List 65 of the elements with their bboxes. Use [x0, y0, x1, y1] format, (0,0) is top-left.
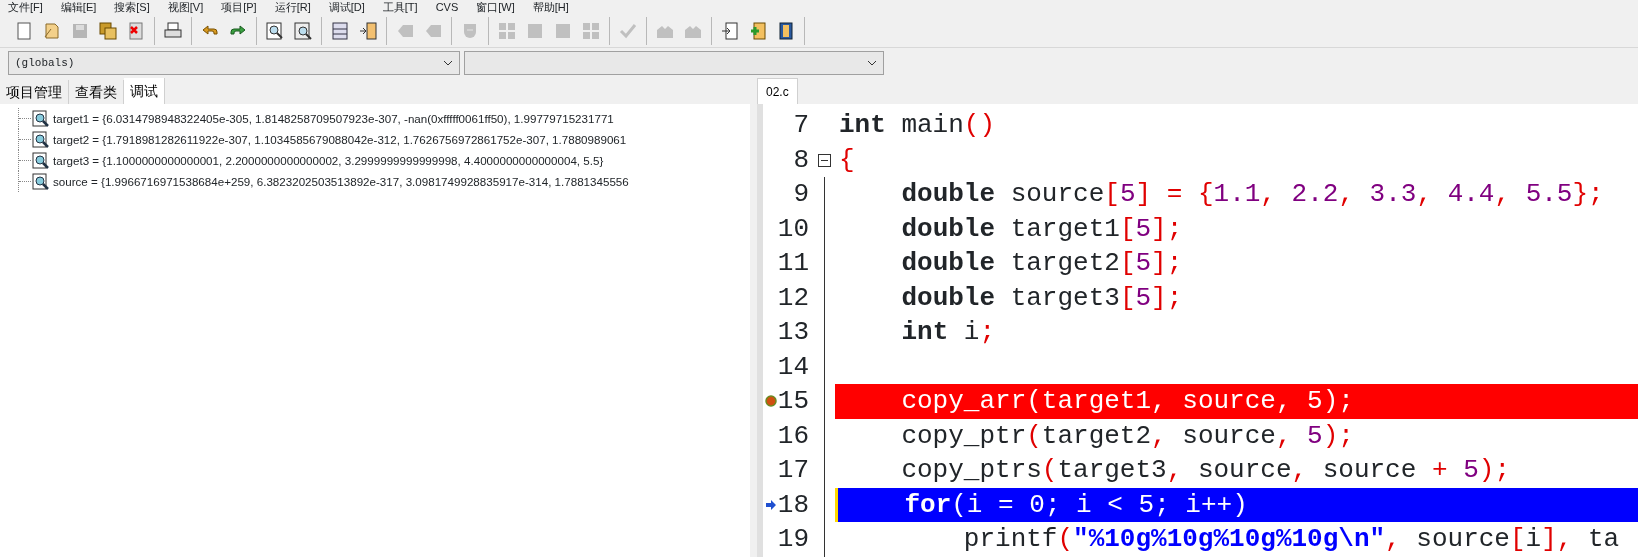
line-number: 16 — [777, 420, 809, 451]
split-panel-icon — [358, 20, 378, 41]
search-page-icon — [293, 20, 313, 41]
file-tab[interactable]: 02.c — [757, 78, 798, 104]
menu-item[interactable]: 文件[F] — [8, 0, 43, 14]
code-line: copy_ptrs(target3, source, source + 5); — [900, 455, 1510, 485]
scope-dropdown[interactable]: (globals) — [8, 51, 460, 75]
line-number: 17 — [777, 455, 809, 485]
code-line: copy_arr(target1, source, 5); — [900, 386, 1354, 416]
code-line: double source[5] = {1.1, 2.2, 3.3, 4.4, 5.5}; — [900, 179, 1604, 209]
new-file-icon — [14, 20, 34, 41]
watch-icon — [32, 109, 50, 128]
menu-item[interactable]: 运行[R] — [274, 0, 311, 14]
menu-item[interactable]: 调试[D] — [328, 0, 365, 14]
grid-icon — [497, 20, 517, 41]
menu-item[interactable]: CVS — [435, 0, 459, 14]
add-file-icon — [748, 20, 768, 41]
line-number: 18 — [777, 489, 809, 520]
code-line: printf("%10g%10g%10g%10g\n", source[i], ta — [962, 524, 1620, 554]
code-line: double target1[5]; — [900, 213, 1183, 244]
code-line: copy_ptr(target2, source, 5); — [900, 420, 1354, 451]
watch-icon — [32, 151, 50, 170]
watch-icon — [32, 172, 50, 191]
menu-item[interactable]: 帮助[H] — [532, 0, 569, 14]
code-line: for(i = 0; i < 5; i++) — [903, 489, 1248, 520]
line-number: 19 — [777, 524, 809, 554]
exit-icon — [720, 20, 740, 41]
menu-item[interactable]: 视图[V] — [167, 0, 204, 14]
watch-item[interactable]: target1 = {6.0314798948322405e-305, 1.8148258709507923e-307, -nan(0xfffff0061ff50), 1.99779715231771 — [50, 109, 614, 128]
line-number: 10 — [777, 213, 809, 244]
line-number: 14 — [777, 351, 809, 382]
line-number: 8 — [793, 144, 809, 175]
panel-tab[interactable]: 调试 — [124, 78, 165, 104]
book-icon — [776, 20, 796, 41]
function-dropdown[interactable] — [464, 51, 884, 75]
watch-item[interactable]: target3 = {1.1000000000000001, 2.2000000000000002, 3.2999999999999998, 4.4000000000000004, 5.5} — [50, 151, 604, 170]
code-line: { — [839, 144, 855, 175]
printer-icon — [163, 20, 183, 41]
line-number: 7 — [793, 110, 809, 140]
menu-item[interactable]: 搜索[S] — [114, 0, 150, 14]
panel-icon — [330, 20, 350, 41]
menu-item[interactable]: 编辑[E] — [60, 0, 97, 14]
menu-item[interactable]: 项目[P] — [221, 0, 257, 14]
line-number: 9 — [793, 179, 809, 209]
collapse-icon[interactable] — [818, 153, 831, 167]
close-file-icon — [126, 20, 146, 41]
caret-icon — [443, 60, 453, 66]
save-all-icon — [98, 20, 118, 41]
menu-item[interactable]: 窗口[W] — [476, 0, 515, 14]
watch-icon — [32, 130, 50, 149]
search-icon — [265, 20, 285, 41]
line-number: 12 — [777, 282, 809, 313]
watch-item[interactable]: target2 = {1.7918981282611922e-307, 1.1034585679088042e-312, 1.7626756972861752e-307, 1.7880989061 — [50, 130, 627, 149]
code-line: int i; — [900, 317, 996, 347]
line-number: 15 — [777, 386, 809, 416]
watch-item[interactable]: source = {1.9966716971538684e+259, 6.3823202503513892e-317, 3.0981749928835917e-314, 1.7881345556 — [50, 172, 629, 191]
line-number: 13 — [777, 317, 809, 347]
caret-icon — [867, 60, 877, 66]
menu-item[interactable]: 工具[T] — [382, 0, 418, 14]
grid-icon — [581, 20, 601, 41]
code-line: double target3[5]; — [900, 282, 1183, 313]
dropdown-value: (globals) — [15, 55, 75, 71]
code-line: double target2[5]; — [900, 248, 1183, 278]
code-line: int main() — [839, 110, 996, 140]
line-number: 11 — [777, 248, 809, 278]
